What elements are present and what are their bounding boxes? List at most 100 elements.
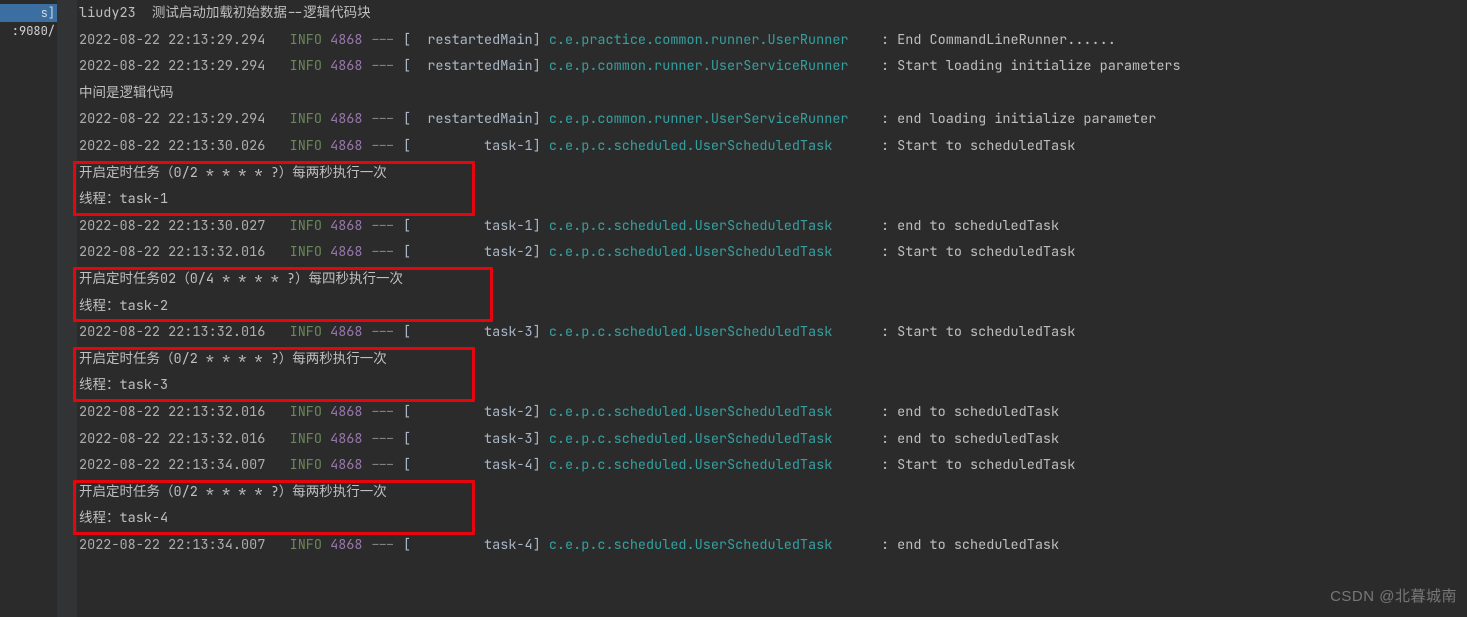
log-line: 线程：task-1 (79, 186, 1467, 213)
log-pid: 4868 (330, 323, 371, 341)
log-message: : Start loading initialize parameters (881, 57, 1181, 75)
log-level: INFO (282, 456, 331, 474)
log-message: : Start to scheduledTask (881, 243, 1075, 261)
log-thread: [ restartedMain] (403, 110, 549, 128)
log-dash: --- (371, 217, 403, 235)
log-pid: 4868 (330, 243, 371, 261)
log-line: 2022-08-22 22:13:30.026 INFO 4868 --- [ … (79, 133, 1467, 160)
log-timestamp: 2022-08-22 22:13:29.294 (79, 110, 282, 128)
log-timestamp: 2022-08-22 22:13:32.016 (79, 430, 282, 448)
log-output[interactable]: liudy23 测试启动加载初始数据--逻辑代码块 2022-08-22 22:1… (79, 0, 1467, 617)
log-dash: --- (371, 137, 403, 155)
log-dash: --- (371, 57, 403, 75)
log-class: c.e.p.c.scheduled.UserScheduledTask (549, 456, 881, 474)
log-pid: 4868 (330, 403, 371, 421)
log-class: c.e.p.c.scheduled.UserScheduledTask (549, 217, 881, 235)
log-thread: [ restartedMain] (403, 31, 549, 49)
log-text: 开启定时任务（0/2 * * * * ?）每两秒执行一次 (79, 483, 387, 501)
log-class: c.e.p.c.scheduled.UserScheduledTask (549, 137, 881, 155)
log-line: 开启定时任务（0/2 * * * * ?）每两秒执行一次 (79, 346, 1467, 373)
log-timestamp: 2022-08-22 22:13:29.294 (79, 57, 282, 75)
log-line: 开启定时任务（0/2 * * * * ?）每两秒执行一次 (79, 479, 1467, 506)
log-line: 开启定时任务02（0/4 * * * * ?）每四秒执行一次 (79, 266, 1467, 293)
log-line: 2022-08-22 22:13:32.016 INFO 4868 --- [ … (79, 426, 1467, 453)
log-pid: 4868 (330, 137, 371, 155)
log-text: 中间是逻辑代码 (79, 84, 174, 102)
log-thread: [ restartedMain] (403, 57, 549, 75)
log-class: c.e.practice.common.runner.UserRunner (549, 31, 881, 49)
log-class: c.e.p.c.scheduled.UserScheduledTask (549, 243, 881, 261)
side-tab[interactable]: s] :9080/ (0, 4, 58, 22)
log-pid: 4868 (330, 57, 371, 75)
log-timestamp: 2022-08-22 22:13:32.016 (79, 243, 282, 261)
log-dash: --- (371, 430, 403, 448)
log-class: c.e.p.c.scheduled.UserScheduledTask (549, 536, 881, 554)
log-line: 2022-08-22 22:13:30.027 INFO 4868 --- [ … (79, 213, 1467, 240)
log-line: 线程：task-3 (79, 372, 1467, 399)
log-timestamp: 2022-08-22 22:13:30.027 (79, 217, 282, 235)
log-line: 2022-08-22 22:13:29.294 INFO 4868 --- [ … (79, 27, 1467, 54)
log-level: INFO (282, 217, 331, 235)
log-class: c.e.p.common.runner.UserServiceRunner (549, 57, 881, 75)
log-level: INFO (282, 536, 331, 554)
log-thread: [ task-2] (403, 403, 549, 421)
log-text: liudy23 测试启动加载初始数据--逻辑代码块 (79, 4, 371, 22)
log-dash: --- (371, 456, 403, 474)
log-dash: --- (371, 403, 403, 421)
log-level: INFO (282, 243, 331, 261)
log-message: : end to scheduledTask (881, 430, 1059, 448)
log-timestamp: 2022-08-22 22:13:30.026 (79, 137, 282, 155)
log-dash: --- (371, 536, 403, 554)
log-line: 2022-08-22 22:13:34.007 INFO 4868 --- [ … (79, 452, 1467, 479)
log-class: c.e.p.c.scheduled.UserScheduledTask (549, 403, 881, 421)
log-line: 2022-08-22 22:13:29.294 INFO 4868 --- [ … (79, 106, 1467, 133)
log-level: INFO (282, 31, 331, 49)
log-level: INFO (282, 110, 331, 128)
log-dash: --- (371, 110, 403, 128)
log-pid: 4868 (330, 31, 371, 49)
log-timestamp: 2022-08-22 22:13:34.007 (79, 456, 282, 474)
log-message: : end to scheduledTask (881, 403, 1059, 421)
log-dash: --- (371, 323, 403, 341)
log-line: 线程：task-4 (79, 505, 1467, 532)
log-pid: 4868 (330, 217, 371, 235)
log-level: INFO (282, 430, 331, 448)
log-message: : end loading initialize parameter (881, 110, 1156, 128)
log-timestamp: 2022-08-22 22:13:34.007 (79, 536, 282, 554)
log-message: : end to scheduledTask (881, 536, 1059, 554)
log-class: c.e.p.common.runner.UserServiceRunner (549, 110, 881, 128)
log-pid: 4868 (330, 536, 371, 554)
log-line: 2022-08-22 22:13:32.016 INFO 4868 --- [ … (79, 239, 1467, 266)
log-timestamp: 2022-08-22 22:13:29.294 (79, 31, 282, 49)
log-text: 线程：task-3 (79, 376, 168, 394)
log-thread: [ task-2] (403, 243, 549, 261)
log-thread: [ task-1] (403, 217, 549, 235)
log-text: 线程：task-1 (79, 190, 168, 208)
log-pid: 4868 (330, 430, 371, 448)
log-text: 线程：task-2 (79, 297, 168, 315)
log-line: liudy23 测试启动加载初始数据--逻辑代码块 (79, 0, 1467, 27)
editor-gutter (57, 0, 77, 617)
log-thread: [ task-4] (403, 456, 549, 474)
log-class: c.e.p.c.scheduled.UserScheduledTask (549, 323, 881, 341)
console-root: s] :9080/ liudy23 测试启动加载初始数据--逻辑代码块 2022-… (0, 0, 1467, 617)
log-line: 2022-08-22 22:13:32.016 INFO 4868 --- [ … (79, 319, 1467, 346)
log-timestamp: 2022-08-22 22:13:32.016 (79, 323, 282, 341)
log-timestamp: 2022-08-22 22:13:32.016 (79, 403, 282, 421)
log-text: 线程：task-4 (79, 509, 168, 527)
log-level: INFO (282, 137, 331, 155)
log-text: 开启定时任务（0/2 * * * * ?）每两秒执行一次 (79, 350, 387, 368)
log-thread: [ task-3] (403, 323, 549, 341)
log-level: INFO (282, 57, 331, 75)
log-text: 开启定时任务（0/2 * * * * ?）每两秒执行一次 (79, 164, 387, 182)
log-line: 2022-08-22 22:13:34.007 INFO 4868 --- [ … (79, 532, 1467, 559)
log-message: : end to scheduledTask (881, 217, 1059, 235)
log-message: : Start to scheduledTask (881, 323, 1075, 341)
log-text: 开启定时任务02（0/4 * * * * ?）每四秒执行一次 (79, 270, 403, 288)
log-pid: 4868 (330, 110, 371, 128)
log-thread: [ task-1] (403, 137, 549, 155)
log-thread: [ task-3] (403, 430, 549, 448)
log-dash: --- (371, 31, 403, 49)
log-level: INFO (282, 403, 331, 421)
log-line: 2022-08-22 22:13:29.294 INFO 4868 --- [ … (79, 53, 1467, 80)
